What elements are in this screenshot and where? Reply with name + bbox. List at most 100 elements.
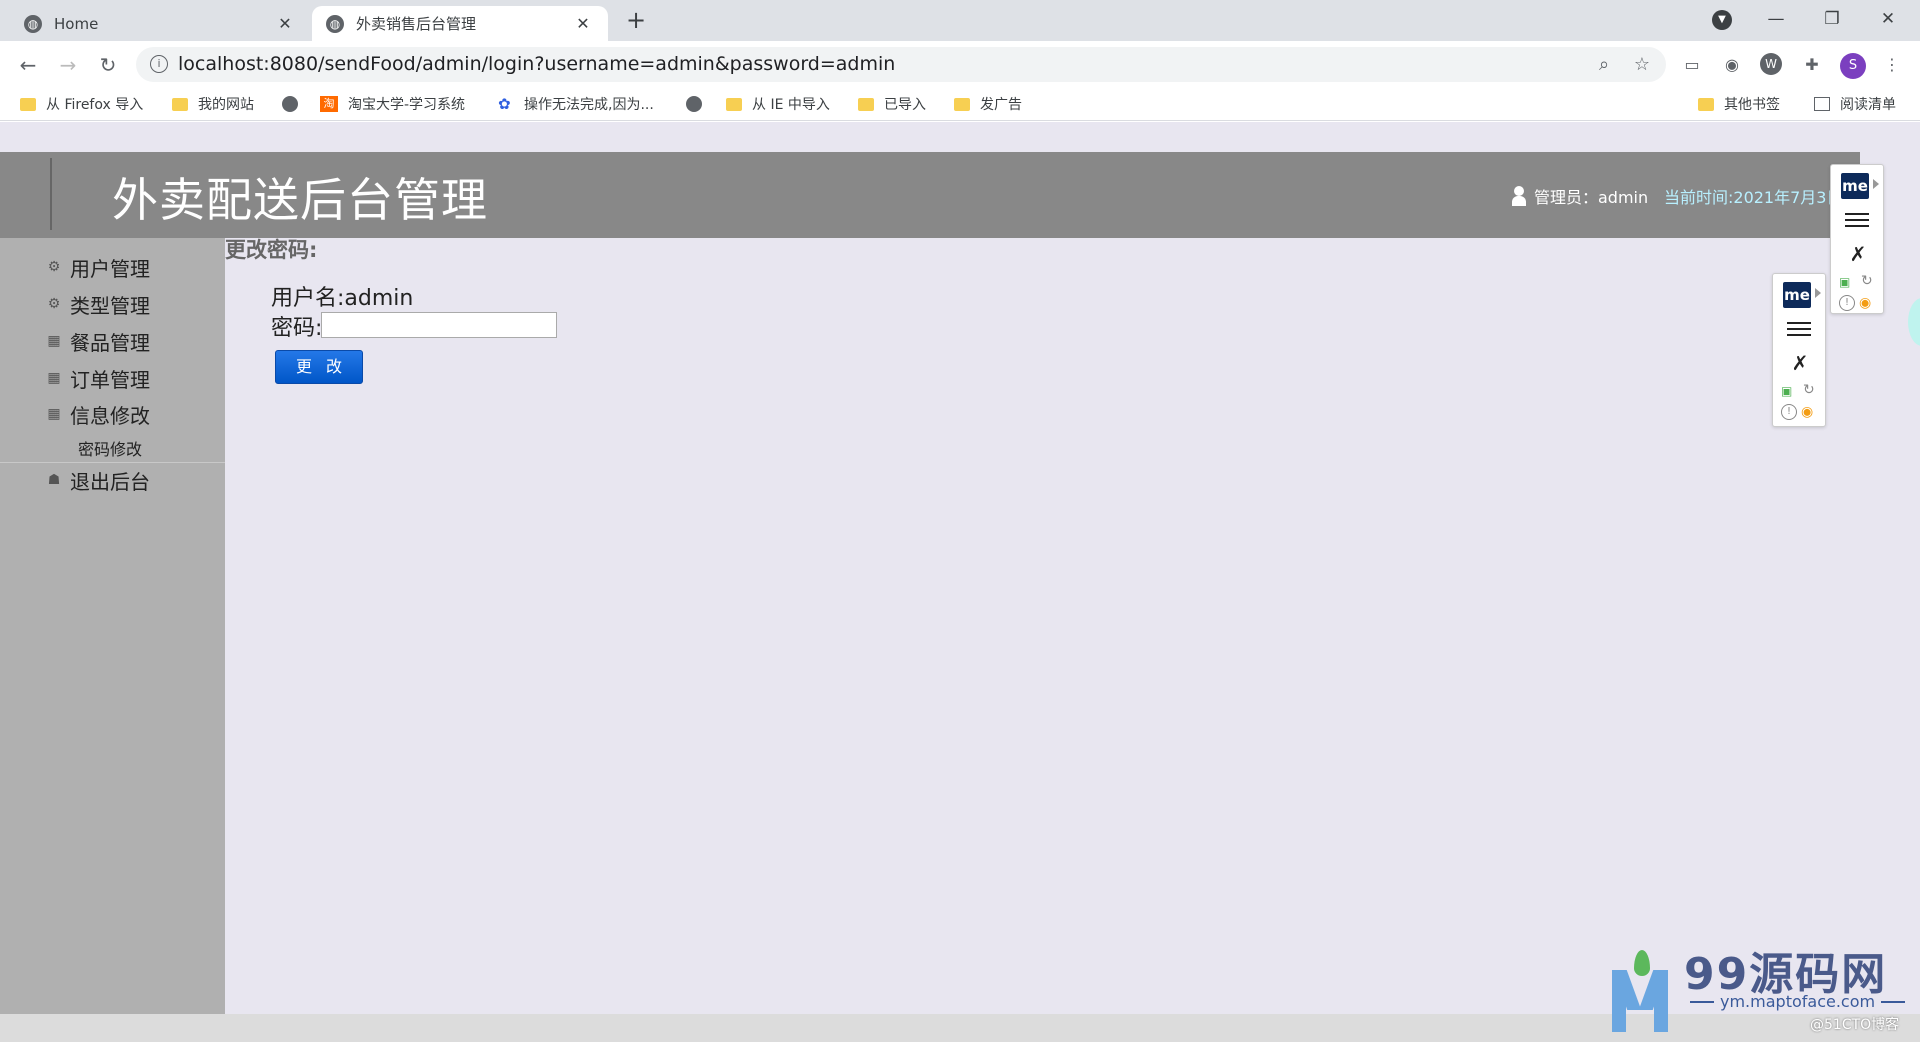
expand-arrow-icon[interactable] [1815, 288, 1821, 298]
sidebar-item-label: 信息修改 [70, 403, 150, 428]
bookmark-item[interactable]: 已导入 [858, 93, 926, 115]
tab-admin[interactable]: ◍ 外卖销售后台管理 ✕ [312, 6, 608, 41]
tab-home[interactable]: ◍ Home ✕ [10, 6, 310, 41]
admin-label: 管理员：admin [1534, 188, 1649, 207]
close-icon[interactable]: ✕ [572, 14, 594, 33]
bookmark-item[interactable]: 发广告 [954, 93, 1022, 115]
watermark-url: ym.maptoface.com [1684, 992, 1911, 1011]
sidebar-item-label: 退出后台 [70, 469, 150, 494]
bookmark-label: 其他书签 [1724, 97, 1780, 113]
back-icon[interactable]: ← [14, 51, 42, 79]
bookmark-item[interactable]: ✿ 操作无法完成,因为... [498, 93, 654, 115]
magic-wand-icon[interactable]: ✗ [1787, 350, 1813, 376]
bookmarks-bar: 从 Firefox 导入 我的网站 淘淘宝大学-学习系统 ✿ 操作无法完成,因为.… [0, 88, 1920, 121]
folder-icon [954, 97, 970, 111]
sidebar-item-label: 用户管理 [70, 256, 150, 281]
user-icon [1512, 186, 1526, 206]
sidebar-item-logout[interactable]: ☗ 退出后台 [44, 465, 150, 495]
grid-icon: ▦ [47, 406, 61, 422]
sidebar-item-label: 类型管理 [70, 293, 150, 318]
globe-icon: ◍ [326, 14, 344, 33]
restore-button[interactable]: ❐ [1804, 0, 1860, 41]
folder-icon [858, 97, 874, 111]
cast-icon[interactable]: ▣ [1839, 275, 1855, 289]
hamburger-icon[interactable] [1787, 318, 1811, 340]
menu-dots-icon[interactable]: ⋮ [1880, 53, 1904, 77]
browser-tab-bar: ◍ Home ✕ ◍ 外卖销售后台管理 ✕ + ▼ — ❐ ✕ [0, 0, 1920, 41]
folder-icon [726, 97, 742, 111]
header-divider [50, 158, 52, 230]
users-icon: ☗ [47, 472, 61, 488]
password-field[interactable] [321, 312, 557, 338]
browser-toolbar: ← → ↻ i localhost:8080/sendFood/admin/lo… [0, 41, 1920, 88]
site-info-icon[interactable]: i [150, 55, 168, 73]
cast-icon[interactable]: ▣ [1781, 384, 1797, 398]
bookmark-label: 我的网站 [198, 97, 254, 113]
cast-icon[interactable]: ▭ [1680, 53, 1704, 77]
zoom-icon[interactable]: ⌕ [1592, 53, 1616, 77]
reading-list-icon [1814, 97, 1830, 111]
bookmark-item[interactable]: 淘淘宝大学-学习系统 [320, 93, 465, 115]
globe-icon [282, 96, 298, 112]
bookmark-label: 操作无法完成,因为... [524, 97, 654, 113]
magic-wand-icon[interactable]: ✗ [1845, 241, 1871, 267]
forward-icon[interactable]: → [54, 51, 82, 79]
me-logo-icon[interactable]: me [1783, 282, 1811, 308]
reload-icon[interactable]: ↻ [94, 51, 122, 79]
puzzle-icon[interactable]: ✚ [1800, 53, 1824, 77]
sidebar-item-orders[interactable]: ▦ 订单管理 [44, 363, 150, 393]
bookmark-item[interactable] [282, 93, 308, 115]
bookmark-item[interactable]: 从 IE 中导入 [726, 93, 830, 115]
avatar[interactable]: S [1840, 53, 1866, 79]
me-logo-icon[interactable]: me [1841, 173, 1869, 199]
other-bookmarks[interactable]: 其他书签 [1698, 93, 1780, 115]
sidebar-item-info[interactable]: ▦ 信息修改 [44, 399, 150, 429]
folder-icon [20, 97, 36, 111]
new-tab-button[interactable]: + [622, 6, 650, 34]
main-content: 更改密码: 用户名:admin 密码: 更改 [225, 238, 1860, 1014]
folder-icon [172, 97, 188, 111]
folder-icon [1698, 97, 1714, 111]
hamburger-icon[interactable] [1845, 209, 1869, 231]
bookmark-label: 发广告 [980, 97, 1022, 113]
close-icon[interactable]: ✕ [274, 14, 296, 33]
section-title: 更改密码: [225, 238, 318, 262]
url-text[interactable]: localhost:8080/sendFood/admin/login?user… [178, 47, 895, 82]
bookmark-item[interactable] [686, 93, 712, 115]
camera-icon[interactable]: ◉ [1720, 53, 1744, 77]
baidu-paw-icon: ✿ [498, 95, 511, 113]
bookmark-star-icon[interactable]: ☆ [1630, 53, 1654, 77]
tab-search-icon[interactable]: ▼ [1712, 10, 1732, 30]
close-window-button[interactable]: ✕ [1860, 0, 1916, 41]
refresh-icon[interactable]: ↻ [1803, 382, 1819, 398]
minimize-button[interactable]: — [1748, 0, 1804, 41]
bookmark-label: 已导入 [884, 97, 926, 113]
tab-title: Home [54, 14, 99, 33]
eye-icon[interactable]: ◉ [1801, 404, 1821, 420]
sidebar-subitem-password[interactable]: 密码修改 [78, 436, 142, 460]
extension-panel-second: me ✗ ▣ ↻ ! ◉ [1772, 273, 1826, 427]
bookmark-label: 阅读清单 [1840, 97, 1896, 113]
bookmark-label: 淘宝大学-学习系统 [348, 97, 466, 113]
sidebar-item-users[interactable]: ⚙ 用户管理 [44, 252, 150, 282]
bookmark-item[interactable]: 从 Firefox 导入 [20, 93, 143, 115]
eye-icon[interactable]: ◉ [1859, 295, 1879, 311]
warning-icon[interactable]: ! [1839, 295, 1855, 311]
address-bar[interactable]: i localhost:8080/sendFood/admin/login?us… [136, 47, 1666, 82]
sidebar-item-types[interactable]: ⚙ 类型管理 [44, 289, 150, 319]
gears-icon: ⚙ [47, 296, 61, 312]
extension-panel-top: me ✗ ▣ ↻ ! ◉ [1830, 164, 1884, 314]
reading-list[interactable]: 阅读清单 [1814, 93, 1896, 115]
admin-info: 管理员：admin [1512, 184, 1648, 208]
watermark-credit: @51CTO博客 [1810, 1017, 1900, 1033]
change-password-button[interactable]: 更改 [275, 350, 363, 384]
bookmark-item[interactable]: 我的网站 [172, 93, 254, 115]
refresh-icon[interactable]: ↻ [1861, 273, 1877, 289]
sidebar-item-meals[interactable]: ▦ 餐品管理 [44, 326, 150, 356]
w-extension-icon[interactable]: W [1760, 53, 1782, 75]
sidebar-item-label: 餐品管理 [70, 330, 150, 355]
expand-arrow-icon[interactable] [1873, 179, 1879, 189]
warning-icon[interactable]: ! [1781, 404, 1797, 420]
username-text: 用户名:admin [271, 286, 414, 311]
page-viewport: 外卖配送后台管理 管理员：admin 当前时间:2021年7月3日 13:37 … [0, 122, 1920, 1042]
